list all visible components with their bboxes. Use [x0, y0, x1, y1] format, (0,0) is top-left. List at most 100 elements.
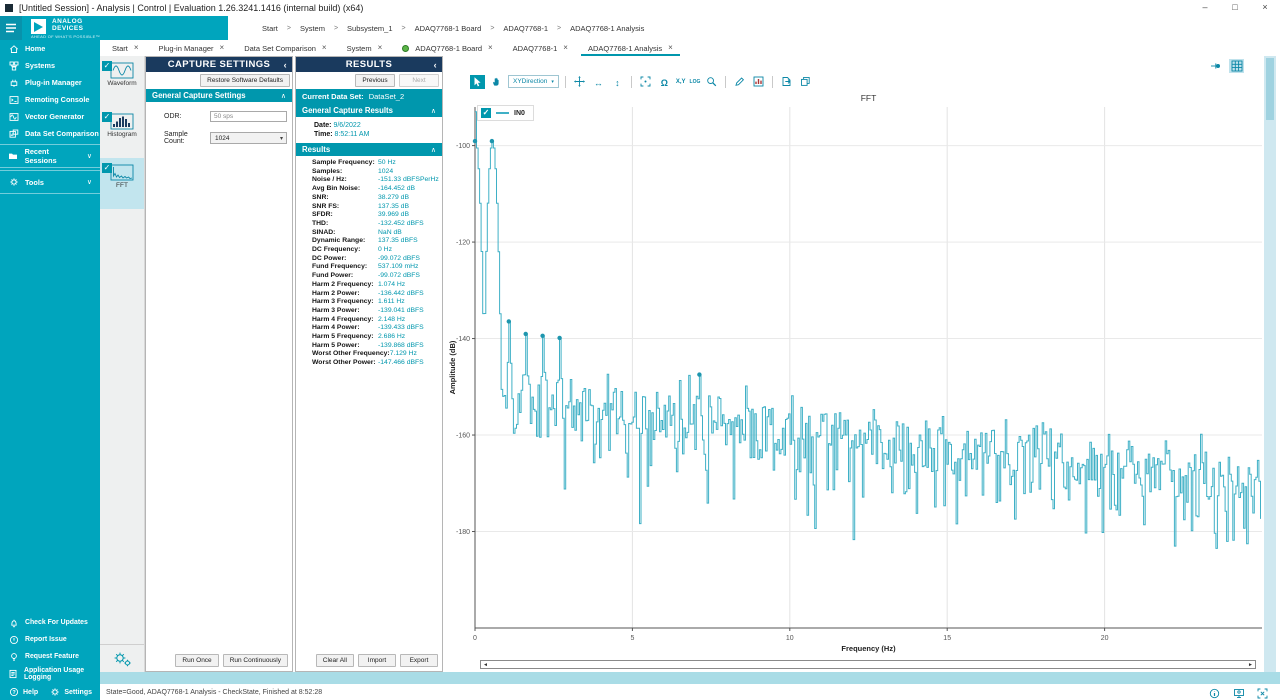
- clear-all-button[interactable]: Clear All: [316, 654, 354, 667]
- tab-adaq7768-1-board[interactable]: ADAQ7768-1 Board×: [392, 40, 502, 56]
- chevron-up-icon[interactable]: ∧: [281, 92, 286, 100]
- magnifier-button[interactable]: [704, 75, 719, 89]
- h-arrows-button[interactable]: ↔: [591, 75, 606, 89]
- hamburger-menu-button[interactable]: [0, 16, 22, 40]
- result-row: Harm 4 Frequency:2.148 Hz: [312, 316, 442, 325]
- minimize-button[interactable]: –: [1190, 0, 1220, 16]
- tab-close-icon[interactable]: ×: [220, 44, 225, 52]
- breadcrumb-item[interactable]: ADAQ7768-1 Analysis: [570, 24, 644, 33]
- sidebar-item-report-issue[interactable]: Report Issue: [0, 631, 100, 648]
- tab-start[interactable]: Start×: [102, 40, 149, 56]
- svg-text:15: 15: [943, 635, 951, 642]
- sidebar-item-help[interactable]: Help: [23, 689, 38, 696]
- date-label: Date:: [314, 122, 332, 129]
- sidebar-item-data-set-comparison[interactable]: Data Set Comparison: [0, 125, 100, 142]
- view-checkbox[interactable]: [102, 112, 112, 122]
- breadcrumb-item[interactable]: Start: [262, 24, 278, 33]
- breadcrumb-item[interactable]: System: [300, 24, 325, 33]
- tab-close-icon[interactable]: ×: [488, 44, 493, 52]
- home-icon: [8, 44, 19, 54]
- close-button[interactable]: ×: [1250, 0, 1280, 16]
- zoom-extents-button[interactable]: [638, 75, 653, 89]
- fft-plot-svg: FFT-100-120-140-160-18005101520Frequency…: [445, 92, 1264, 660]
- undo-zoom-button[interactable]: Ω: [657, 75, 672, 89]
- chevron-up-icon[interactable]: ∧: [431, 146, 436, 154]
- chart-vertical-scrollbar[interactable]: [1264, 56, 1276, 672]
- sidebar-item-tools[interactable]: Tools∨: [0, 170, 100, 194]
- fit-window-button[interactable]: [1255, 686, 1270, 700]
- tab-bar: Start×Plug-in Manager×Data Set Compariso…: [102, 40, 1280, 56]
- xy-direction-dropdown[interactable]: XYDirection▾: [508, 75, 559, 88]
- view-tile-label: Histogram: [100, 131, 144, 138]
- pencil-button[interactable]: [732, 75, 747, 89]
- zoom-select-button[interactable]: [470, 75, 485, 89]
- sidebar-item-plug-in-manager[interactable]: Plug-in Manager: [0, 74, 100, 91]
- v-arrows-button[interactable]: ↕: [610, 75, 625, 89]
- tab-close-icon[interactable]: ×: [134, 44, 139, 52]
- export-image-button[interactable]: [779, 75, 794, 89]
- tab-system[interactable]: System×: [337, 40, 393, 56]
- chevron-up-icon[interactable]: ∧: [431, 107, 436, 115]
- odr-input[interactable]: 50 sps: [210, 111, 287, 122]
- import-button[interactable]: Import: [358, 654, 396, 667]
- scroll-left-arrow-icon[interactable]: ◄: [483, 662, 488, 668]
- tab-close-icon[interactable]: ×: [668, 44, 673, 52]
- tab-adaq7768-1-analysis[interactable]: ADAQ7768-1 Analysis×: [578, 40, 683, 56]
- grid-view-button[interactable]: [1229, 59, 1244, 73]
- move-button[interactable]: [572, 75, 587, 89]
- view-tile-histogram[interactable]: Histogram: [100, 107, 144, 158]
- breadcrumb-item[interactable]: ADAQ7768-1 Board: [415, 24, 482, 33]
- sidebar-item-recent-sessions[interactable]: Recent Sessions∨: [0, 144, 100, 168]
- sidebar-item-application-usage-logging[interactable]: Application Usage Logging: [0, 665, 100, 682]
- analysis-settings-gear-button[interactable]: [100, 644, 144, 672]
- sidebar-item-request-feature[interactable]: Request Feature: [0, 648, 100, 665]
- pin-button[interactable]: [1208, 59, 1223, 73]
- sidebar-item-remoting-console[interactable]: Remoting Console: [0, 91, 100, 108]
- maximize-button[interactable]: □: [1220, 0, 1250, 16]
- tab-data-set-comparison[interactable]: Data Set Comparison×: [234, 40, 336, 56]
- log-scale-button[interactable]: LOG: [690, 79, 701, 85]
- tab-close-icon[interactable]: ×: [563, 44, 568, 52]
- sample-count-select[interactable]: 1024 ▾: [210, 132, 287, 144]
- info-button[interactable]: [1207, 686, 1222, 700]
- export-button[interactable]: Export: [400, 654, 438, 667]
- fft-plot-container[interactable]: FFT-100-120-140-160-18005101520Frequency…: [445, 92, 1264, 660]
- marker-harm-5: [557, 336, 561, 340]
- collapse-panel-icon[interactable]: ‹: [284, 60, 287, 70]
- xy-coordinates-button[interactable]: X,Y: [676, 79, 686, 85]
- view-checkbox[interactable]: [102, 61, 112, 71]
- chevron-down-icon: ∨: [87, 178, 92, 186]
- breadcrumb-item[interactable]: ADAQ7768-1: [503, 24, 548, 33]
- tab-adaq7768-1[interactable]: ADAQ7768-1×: [503, 40, 578, 56]
- restore-software-defaults-button[interactable]: Restore Software Defaults: [200, 74, 290, 87]
- previous-dataset-button[interactable]: Previous: [355, 74, 395, 87]
- view-tile-fft[interactable]: FFT: [100, 158, 144, 209]
- tab-close-icon[interactable]: ×: [322, 44, 327, 52]
- chart-report-button[interactable]: [751, 75, 766, 89]
- results-section-header[interactable]: Results: [302, 145, 330, 154]
- sidebar-item-vector-generator[interactable]: Vector Generator: [0, 108, 100, 125]
- general-capture-results-header[interactable]: General Capture Results: [302, 106, 393, 115]
- scroll-right-arrow-icon[interactable]: ►: [1248, 662, 1253, 668]
- sidebar-item-home[interactable]: Home: [0, 40, 100, 57]
- pan-button[interactable]: [489, 75, 504, 89]
- copy-image-button[interactable]: [798, 75, 813, 89]
- chart-horizontal-scrollbar[interactable]: ◄ ►: [480, 660, 1256, 669]
- tab-plug-in-manager[interactable]: Plug-in Manager×: [149, 40, 235, 56]
- collapse-panel-icon[interactable]: ‹: [434, 60, 437, 70]
- view-tile-waveform[interactable]: Waveform: [100, 56, 144, 107]
- view-checkbox[interactable]: [102, 163, 112, 173]
- run-once-button[interactable]: Run Once: [175, 654, 218, 667]
- breadcrumb-separator: >: [490, 25, 494, 32]
- run-continuously-button[interactable]: Run Continuously: [223, 654, 288, 667]
- sidebar-item-check-for-updates[interactable]: Check For Updates: [0, 614, 100, 631]
- sidebar-item-settings[interactable]: Settings: [64, 689, 92, 696]
- svg-text:-160: -160: [456, 433, 470, 440]
- sidebar-item-systems[interactable]: Systems: [0, 57, 100, 74]
- tab-close-icon[interactable]: ×: [378, 44, 383, 52]
- magnifier-icon: [706, 76, 717, 87]
- usage-monitor-button[interactable]: [1231, 686, 1246, 700]
- next-dataset-button[interactable]: Next: [399, 74, 439, 87]
- general-capture-settings-header[interactable]: General Capture Settings: [152, 91, 246, 100]
- breadcrumb-item[interactable]: Subsystem_1: [347, 24, 392, 33]
